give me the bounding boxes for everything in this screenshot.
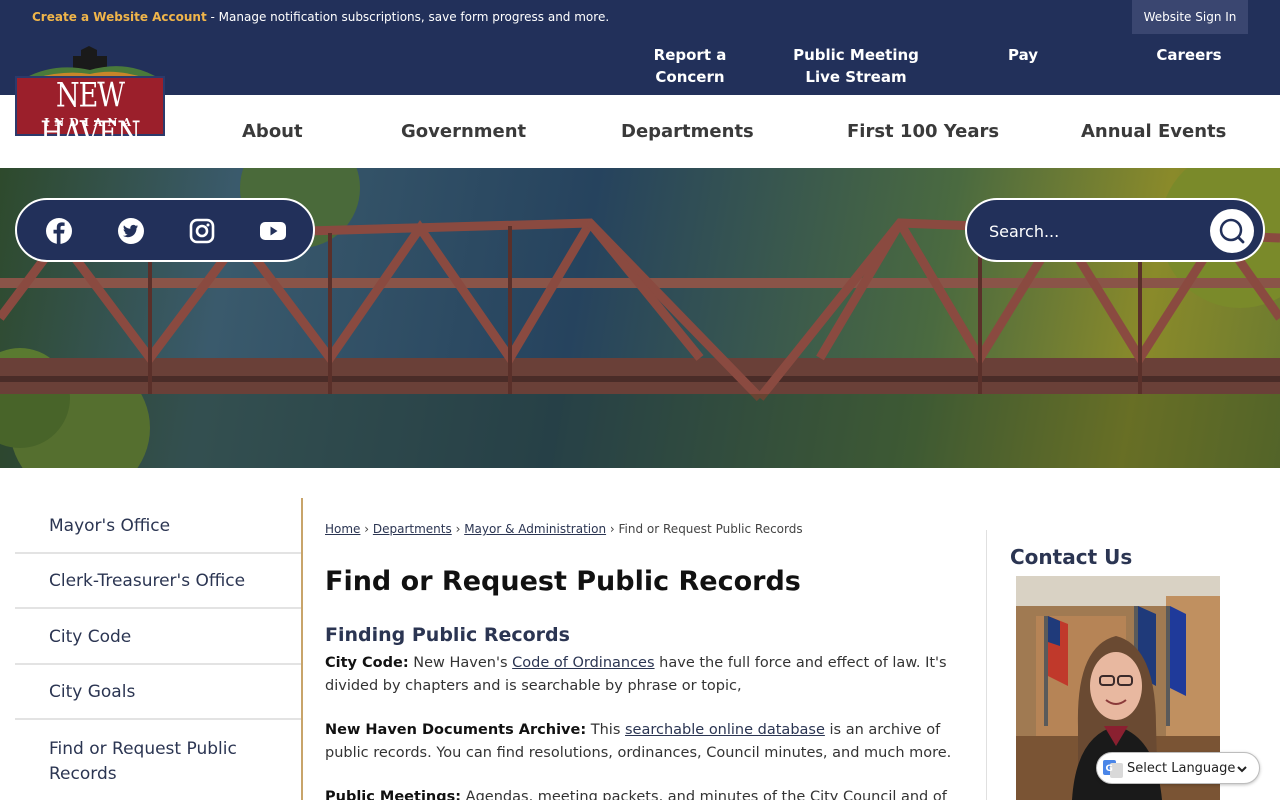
nav-about[interactable]: About <box>242 121 303 142</box>
breadcrumb-separator: › <box>606 522 619 536</box>
logo-name: NEW HAVEN <box>40 76 141 154</box>
city-code-paragraph: City Code: New Haven's Code of Ordinance… <box>325 652 961 698</box>
site-search <box>965 198 1265 262</box>
content-divider <box>986 530 987 800</box>
public-meetings-label: Public Meetings: <box>325 789 462 800</box>
nav-first-100-years[interactable]: First 100 Years <box>847 121 999 142</box>
search-input[interactable] <box>989 218 1189 244</box>
city-code-text-before: New Haven's <box>408 655 513 671</box>
create-account-link[interactable]: Create a Website Account <box>32 10 207 24</box>
sidebar-item-city-goals[interactable]: City Goals <box>15 665 301 720</box>
main-navigation: About Government Departments First 100 Y… <box>0 95 1280 168</box>
section-sidebar: Mayor's Office Clerk-Treasurer's Office … <box>15 498 301 800</box>
breadcrumb-departments[interactable]: Departments <box>373 522 452 536</box>
chevron-down-icon <box>1237 766 1247 773</box>
account-message-text: - Manage notification subscriptions, sav… <box>206 10 610 24</box>
language-label: Select Language <box>1127 761 1236 776</box>
breadcrumb-separator: › <box>451 522 465 536</box>
live-stream-label: Public Meeting Live Stream <box>793 46 919 86</box>
google-translate-icon: G <box>1103 760 1123 778</box>
city-code-label: City Code: <box>325 655 409 671</box>
contact-us-heading: Contact Us <box>1010 545 1133 569</box>
youtube-icon[interactable] <box>259 217 287 245</box>
sidebar-item-clerk-treasurer[interactable]: Clerk-Treasurer's Office <box>15 554 301 609</box>
breadcrumb-home[interactable]: Home <box>325 522 360 536</box>
code-of-ordinances-link[interactable]: Code of Ordinances <box>512 655 654 671</box>
careers-link[interactable]: Careers <box>1148 44 1230 66</box>
breadcrumb-mayor-administration[interactable]: Mayor & Administration <box>464 522 606 536</box>
nav-government[interactable]: Government <box>401 121 526 142</box>
search-icon <box>1219 218 1245 244</box>
search-button[interactable] <box>1210 209 1254 253</box>
utility-bar: Create a Website Account - Manage notifi… <box>0 0 1280 35</box>
quick-links-bar: Report a Concern Public Meeting Live Str… <box>0 35 1280 95</box>
website-sign-in-button[interactable]: Website Sign In <box>1132 0 1248 34</box>
logo-subtitle: INDIANA <box>43 116 136 129</box>
facebook-icon[interactable] <box>45 217 73 245</box>
nav-annual-events[interactable]: Annual Events <box>1081 121 1226 142</box>
breadcrumb: Home › Departments › Mayor & Administrat… <box>325 522 803 536</box>
account-message: Create a Website Account - Manage notifi… <box>32 10 609 24</box>
public-meetings-paragraph: Public Meetings: Agendas, meeting packet… <box>325 786 961 800</box>
breadcrumb-current: Find or Request Public Records <box>618 522 803 536</box>
city-logo[interactable]: NEW HAVEN INDIANA <box>15 44 165 154</box>
svg-text:G: G <box>1106 764 1113 774</box>
sidebar-divider <box>301 498 303 800</box>
documents-archive-label: New Haven Documents Archive: <box>325 722 587 738</box>
pay-link[interactable]: Pay <box>985 44 1061 66</box>
sidebar-item-mayors-office[interactable]: Mayor's Office <box>15 498 301 554</box>
main-content: Home › Departments › Mayor & Administrat… <box>325 498 965 800</box>
report-concern-link[interactable]: Report a Concern <box>620 44 760 88</box>
language-selector[interactable]: G Select Language <box>1096 752 1260 784</box>
instagram-icon[interactable] <box>188 217 216 245</box>
searchable-database-link[interactable]: searchable online database <box>625 722 825 738</box>
breadcrumb-separator: › <box>360 522 373 536</box>
section-heading: Finding Public Records <box>325 624 570 646</box>
sidebar-item-city-code[interactable]: City Code <box>15 609 301 665</box>
documents-archive-text-before: This <box>586 722 625 738</box>
live-stream-link[interactable]: Public Meeting Live Stream <box>786 44 926 88</box>
page-title: Find or Request Public Records <box>325 566 801 597</box>
sidebar-item-public-records[interactable]: Find or Request Public Records <box>15 720 301 800</box>
social-links <box>15 198 315 262</box>
nav-departments[interactable]: Departments <box>621 121 754 142</box>
twitter-icon[interactable] <box>117 217 145 245</box>
documents-archive-paragraph: New Haven Documents Archive: This search… <box>325 719 961 765</box>
